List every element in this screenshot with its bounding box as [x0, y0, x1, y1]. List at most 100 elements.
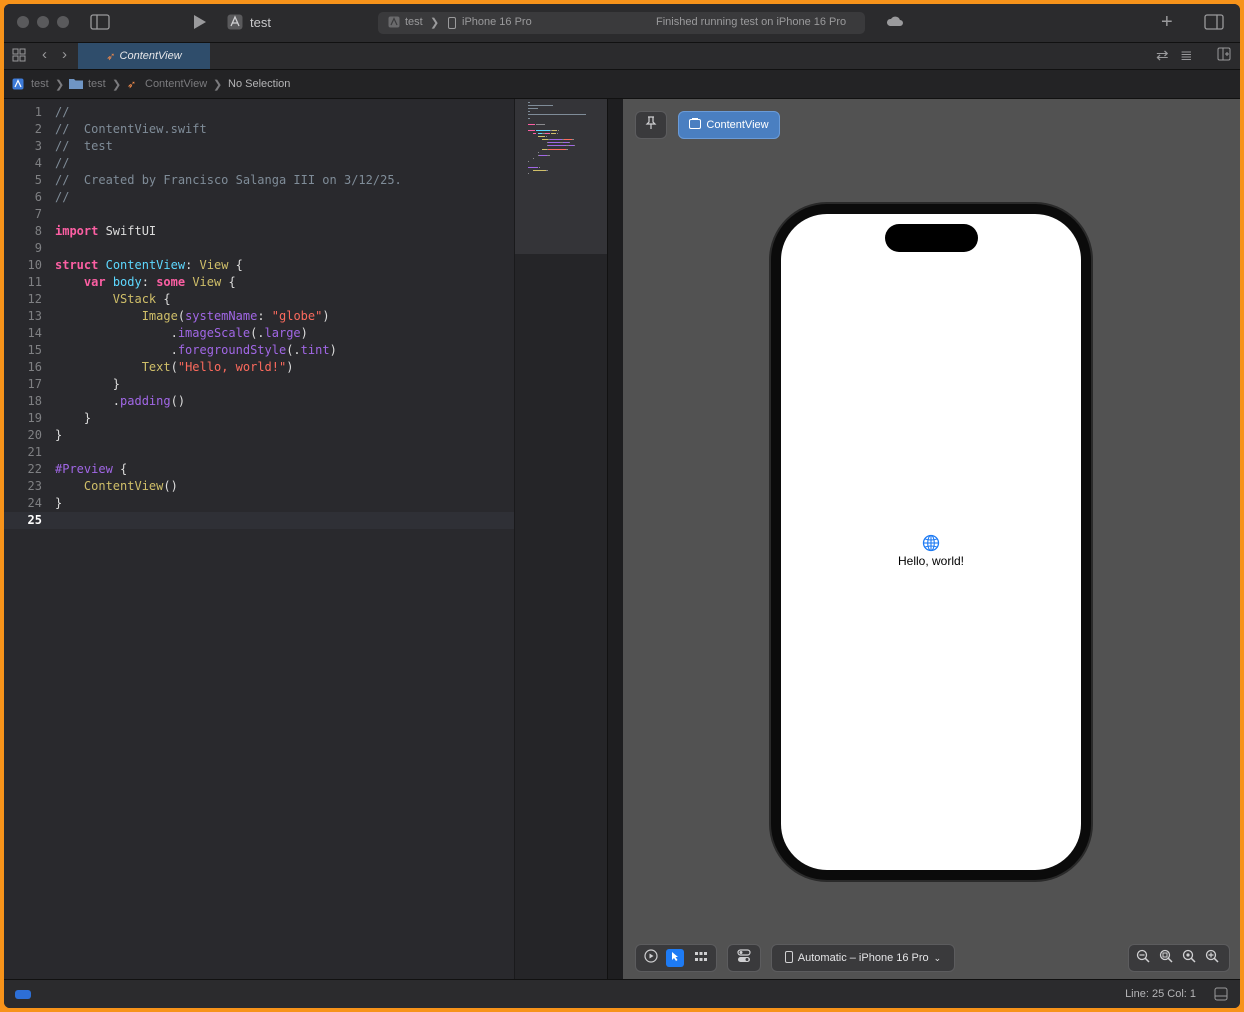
sidebar-icon[interactable]	[90, 14, 110, 35]
run-destination-device[interactable]: iPhone 16 Pro	[462, 16, 532, 28]
minimap-line	[573, 145, 575, 147]
line-number: 9	[34, 241, 42, 255]
code-text: var body: some View {	[83, 275, 236, 289]
breadcrumb-project[interactable]: test	[31, 78, 49, 90]
code-line[interactable]: 24}	[4, 495, 514, 512]
cloud-icon[interactable]	[886, 14, 904, 33]
tab-bar: ‹ › ➶ ContentView ⇄ ≣	[4, 43, 1240, 70]
line-number: 3	[34, 139, 42, 153]
minimap-line	[532, 157, 534, 159]
line-number: 15	[27, 343, 42, 357]
code-line[interactable]: 11 var body: some View {	[4, 274, 514, 291]
debug-area-indicator-icon[interactable]	[15, 990, 31, 999]
window-toolbar: test test ❯ iPhone 16 Pro Finished runni…	[4, 4, 1240, 43]
code-line[interactable]: 12 VStack {	[4, 291, 514, 308]
chevron-right-icon: ❯	[55, 79, 65, 91]
code-line[interactable]: 7	[4, 206, 514, 223]
project-icon	[12, 78, 24, 93]
scheme-name[interactable]: test	[250, 15, 271, 30]
code-line[interactable]: 15 .foregroundStyle(.tint)	[4, 342, 514, 359]
code-text: ContentView()	[83, 479, 178, 493]
code-line[interactable]: 2 // ContentView.swift	[4, 121, 514, 138]
line-number: 25	[27, 513, 42, 527]
code-line[interactable]: 17 }	[4, 376, 514, 393]
device-settings-icon[interactable]	[735, 949, 753, 967]
zoom-in-icon[interactable]	[1203, 949, 1221, 967]
code-line[interactable]: 13 Image(systemName: "globe")	[4, 308, 514, 325]
zoom-window-button[interactable]	[57, 16, 69, 28]
swap-icon[interactable]: ⇄	[1156, 47, 1169, 65]
line-number: 24	[27, 496, 42, 510]
code-line[interactable]: 18 .padding()	[4, 393, 514, 410]
code-line[interactable]: 3 // test	[4, 138, 514, 155]
breadcrumb-selection[interactable]: No Selection	[228, 78, 290, 90]
selectable-mode-icon[interactable]	[666, 949, 684, 967]
code-line[interactable]: 10 struct ContentView: View {	[4, 257, 514, 274]
variants-icon[interactable]	[692, 949, 710, 967]
preview-device-selector[interactable]: Automatic – iPhone 16 Pro ⌄	[771, 944, 955, 972]
close-window-button[interactable]	[17, 16, 29, 28]
minimize-window-button[interactable]	[37, 16, 49, 28]
forward-icon[interactable]: ›	[62, 46, 67, 64]
line-number: 14	[27, 326, 42, 340]
code-line[interactable]: 5 // Created by Francisco Salanga III on …	[4, 172, 514, 189]
minimap[interactable]	[514, 99, 608, 979]
minimap-line	[528, 129, 536, 131]
preview-screen[interactable]: Hello, world!	[781, 214, 1081, 870]
line-number: 4	[34, 156, 42, 170]
minimap-line	[558, 129, 560, 131]
breadcrumb-folder[interactable]: test	[88, 78, 106, 90]
code-line[interactable]: 1 //	[4, 104, 514, 121]
zoom-100-icon[interactable]	[1180, 949, 1198, 967]
zoom-fit-icon[interactable]	[1157, 949, 1175, 967]
code-text: #Preview {	[55, 462, 128, 476]
plus-icon[interactable]: +	[1161, 12, 1173, 32]
minimap-viewport[interactable]	[515, 99, 608, 254]
zoom-controls	[1128, 944, 1230, 972]
back-icon[interactable]: ‹	[42, 46, 47, 64]
minimap-line	[546, 136, 548, 138]
device-settings-group	[727, 944, 761, 972]
code-line[interactable]: 9	[4, 240, 514, 257]
pin-preview-button[interactable]	[635, 111, 667, 139]
toggle-debug-area-icon[interactable]	[1214, 987, 1228, 1004]
related-items-icon[interactable]	[12, 48, 26, 67]
code-line[interactable]: 22 #Preview {	[4, 461, 514, 478]
run-destination-project[interactable]: test	[405, 16, 423, 28]
code-line[interactable]: 14 .imageScale(.large)	[4, 325, 514, 342]
minimap-line	[566, 148, 568, 150]
line-number: 7	[34, 207, 42, 221]
chevron-right-icon: ❯	[213, 79, 223, 91]
editor-options-icon[interactable]: ≣	[1180, 47, 1193, 65]
minimap-line	[528, 111, 531, 113]
minimap-line	[536, 123, 545, 125]
source-editor[interactable]: 1 // 2 // ContentView.swift 3 // test 4 // 5 // C…	[4, 99, 514, 979]
split-editor-icon[interactable]	[1217, 47, 1231, 66]
minimap-line	[538, 167, 540, 169]
code-line[interactable]: 16 Text("Hello, world!")	[4, 359, 514, 376]
breadcrumb-file[interactable]: ContentView	[145, 78, 207, 90]
code-text: //	[55, 190, 70, 204]
inspector-icon[interactable]	[1204, 14, 1224, 35]
minimap-line	[544, 133, 550, 134]
live-mode-icon[interactable]	[642, 949, 660, 967]
code-line[interactable]: 20}	[4, 427, 514, 444]
minimap-line	[528, 123, 536, 125]
chevron-right-icon: ❯	[430, 17, 440, 29]
preview-contentview-chip[interactable]: ContentView	[678, 111, 780, 139]
zoom-out-icon[interactable]	[1134, 949, 1152, 967]
code-line[interactable]: 25	[4, 512, 514, 529]
code-line[interactable]: 6 //	[4, 189, 514, 206]
code-line[interactable]: 4 //	[4, 155, 514, 172]
code-line[interactable]: 23 ContentView()	[4, 478, 514, 495]
preview-chip-label: ContentView	[706, 119, 769, 131]
minimap-line	[532, 170, 546, 172]
tab-contentview[interactable]: ➶ ContentView	[78, 43, 210, 69]
line-number: 2	[34, 122, 42, 136]
code-line[interactable]: 8 import SwiftUI	[4, 223, 514, 240]
play-icon[interactable]	[193, 14, 207, 35]
code-line[interactable]: 19 }	[4, 410, 514, 427]
code-line[interactable]: 21	[4, 444, 514, 461]
tab-label: ContentView	[119, 50, 182, 62]
editor-canvas-divider[interactable]	[607, 99, 624, 979]
